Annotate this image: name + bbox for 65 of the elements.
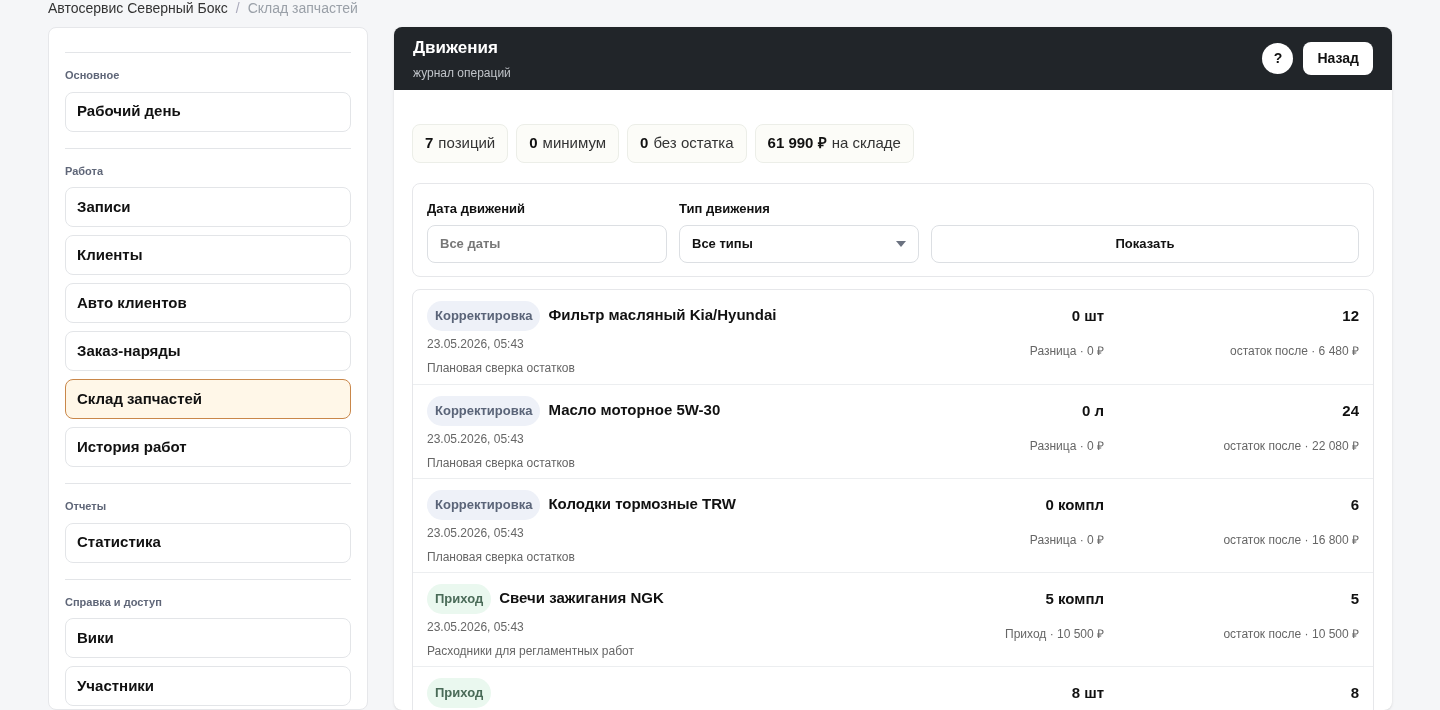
panel-subtitle: журнал операций <box>413 64 511 82</box>
balance: 8 <box>1350 682 1359 703</box>
stat-chip: 0 без остатка <box>627 124 747 163</box>
movement-note: Плановая сверка остатков <box>427 454 575 472</box>
sidebar-item[interactable]: Склад запчастей <box>65 379 351 419</box>
type-tag: Корректировка <box>427 489 541 520</box>
help-button[interactable]: ? <box>1262 43 1294 74</box>
movement-date: 23.05.2026, 05:43 <box>427 524 524 542</box>
balance: 24 <box>1342 400 1359 421</box>
quantity: 8 шт <box>1071 682 1104 703</box>
item-name: Свечи зажигания NGK <box>499 588 664 609</box>
amount-text: Приход · 10 500 ₽ <box>1005 626 1104 643</box>
stat-chip: 61 990 ₽ на складе <box>754 124 914 163</box>
type-tag: Приход <box>427 677 492 708</box>
field-label: Тип движения <box>679 200 771 218</box>
balance-after-text: остаток после · 16 800 ₽ <box>1223 532 1359 549</box>
section-heading: Работа <box>65 163 105 179</box>
stat-chip: 7 позиций <box>412 124 509 163</box>
item-name: Колодки тормозные TRW <box>548 494 736 515</box>
section-heading: Справка и доступ <box>65 594 163 610</box>
back-button[interactable]: Назад <box>1303 42 1373 75</box>
quantity: 0 компл <box>1045 494 1104 515</box>
type-tag: Корректировка <box>427 395 541 426</box>
sidebar-item[interactable]: Вики <box>65 618 351 658</box>
item-name: Масло моторное 5W-30 <box>548 400 721 421</box>
breadcrumb-link[interactable]: Автосервис Северный Бокс <box>48 0 228 19</box>
type-dropdown[interactable]: Все типы <box>679 224 919 263</box>
sidebar-item[interactable]: Записи <box>65 187 351 227</box>
sidebar-item[interactable]: Рабочий день <box>65 91 351 132</box>
sidebar-item[interactable]: Статистика <box>65 522 351 563</box>
quantity: 0 л <box>1081 400 1104 421</box>
item-name: Фильтр масляный Kia/Hyundai <box>548 305 777 326</box>
quantity: 0 шт <box>1071 305 1104 326</box>
section-heading: Отчеты <box>65 499 108 514</box>
balance: 12 <box>1342 305 1359 326</box>
amount-text: Разница · 0 ₽ <box>1029 438 1104 455</box>
field-label: Дата движений <box>427 200 527 218</box>
sidebar-item[interactable]: История работ <box>65 427 351 467</box>
amount-text: Разница · 0 ₽ <box>1029 532 1104 549</box>
balance-after-text: остаток после · 6 480 ₽ <box>1230 343 1359 360</box>
panel-title: Движения <box>413 37 499 60</box>
balance-after-text: остаток после · 10 500 ₽ <box>1223 626 1359 643</box>
movement-note: Расходники для регламентных работ <box>427 642 634 660</box>
type-tag: Приход <box>427 583 492 614</box>
movement-date: 23.05.2026, 05:43 <box>427 335 524 353</box>
movement-note: Плановая сверка остатков <box>427 548 575 566</box>
movement-note: Плановая сверка остатков <box>427 359 575 377</box>
sidebar-item[interactable]: Клиенты <box>65 235 351 275</box>
balance: 6 <box>1350 494 1359 515</box>
type-tag: Корректировка <box>427 300 541 331</box>
balance: 5 <box>1350 588 1359 609</box>
sidebar-item[interactable]: Авто клиентов <box>65 283 351 323</box>
stat-chip: 0 минимум <box>516 124 620 163</box>
show-button[interactable]: Показать <box>931 224 1359 263</box>
balance-after-text: остаток после · 22 080 ₽ <box>1223 438 1359 455</box>
breadcrumb-separator: / <box>235 0 240 18</box>
sidebar-item[interactable]: Заказ-наряды <box>65 331 351 371</box>
amount-text: Разница · 0 ₽ <box>1029 343 1104 360</box>
sidebar-item[interactable]: Участники <box>65 666 351 706</box>
date-field[interactable]: Все даты <box>427 224 667 263</box>
caret-icon <box>896 240 906 247</box>
movement-date: 23.05.2026, 05:43 <box>427 430 524 448</box>
quantity: 5 компл <box>1045 588 1104 609</box>
movement-date: 23.05.2026, 05:43 <box>427 618 524 636</box>
section-heading: Основное <box>65 68 121 83</box>
